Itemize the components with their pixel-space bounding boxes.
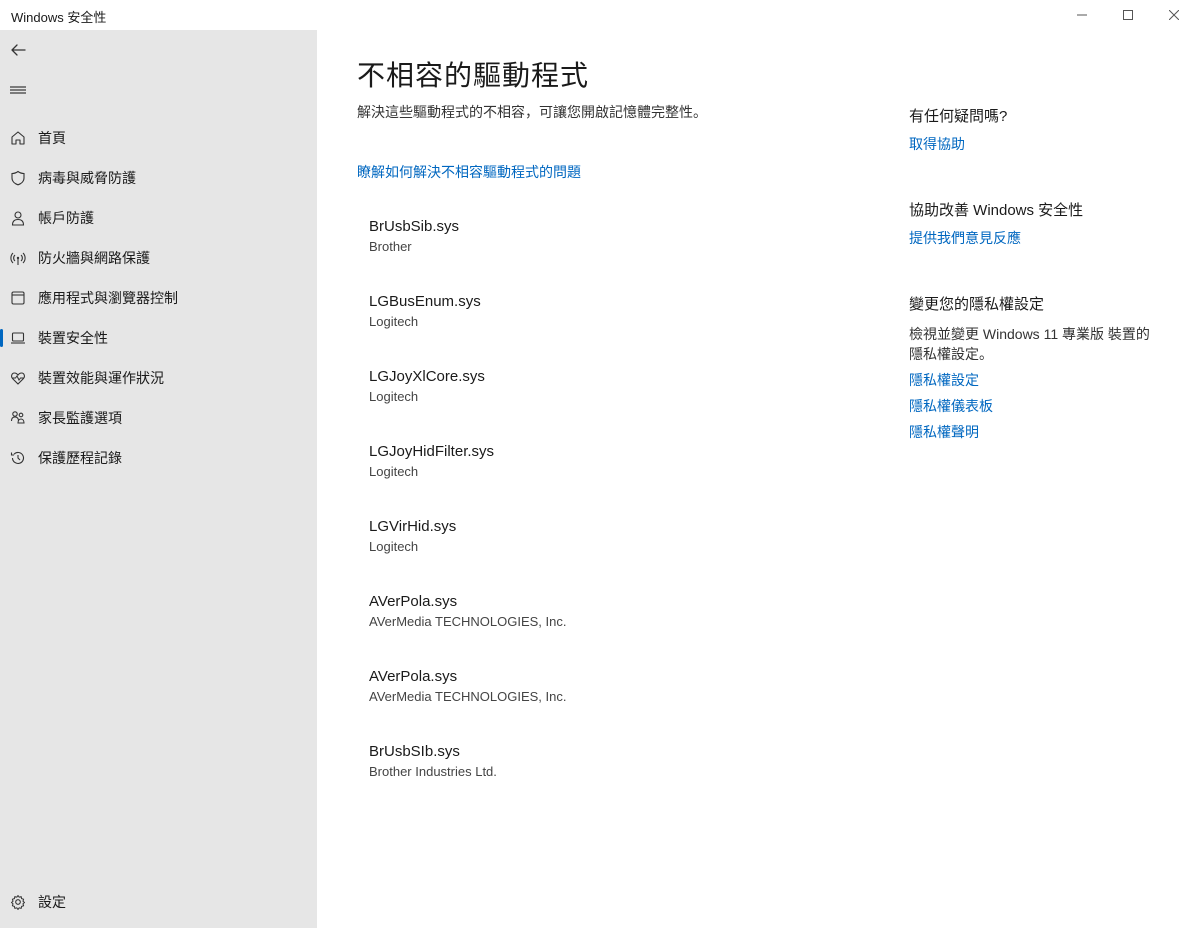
- page-description: 解決這些驅動程式的不相容，可讓您開啟記憶體完整性。: [357, 104, 707, 120]
- driver-name: AVerPola.sys: [369, 668, 458, 685]
- sidebar-item-label: 首頁: [38, 130, 66, 146]
- driver-item: LGJoyHidFilter.sys Logitech: [369, 443, 494, 479]
- sidebar-item-home[interactable]: 首頁: [0, 118, 317, 158]
- sidebar-item-label: 設定: [38, 894, 66, 910]
- back-button[interactable]: [0, 32, 36, 68]
- driver-name: BrUsbSIb.sys: [369, 743, 460, 760]
- back-arrow-icon: [11, 44, 26, 56]
- privacy-heading: 變更您的隱私權設定: [909, 296, 1045, 313]
- main-content: 不相容的驅動程式 解決這些驅動程式的不相容，可讓您開啟記憶體完整性。 瞭解如何解…: [317, 30, 1196, 928]
- sidebar-item-device-security[interactable]: 裝置安全性: [0, 318, 317, 358]
- driver-item: AVerPola.sys AVerMedia TECHNOLOGIES, Inc…: [369, 668, 566, 704]
- history-icon: [0, 438, 36, 478]
- sidebar-item-label: 防火牆與網路保護: [38, 250, 150, 266]
- sidebar-item-protection-history[interactable]: 保護歷程記錄: [0, 438, 317, 478]
- privacy-description: 檢視並變更 Windows 11 專業版 裝置的隱私權設定。: [909, 326, 1150, 362]
- sidebar-item-label: 裝置安全性: [38, 330, 108, 346]
- privacy-settings-link[interactable]: 隱私權設定: [909, 370, 1159, 390]
- sidebar-item-label: 應用程式與瀏覽器控制: [38, 290, 178, 306]
- sidebar-item-label: 家長監護選項: [38, 410, 122, 426]
- driver-vendor: AVerMedia TECHNOLOGIES, Inc.: [369, 689, 567, 704]
- close-button[interactable]: [1151, 0, 1196, 30]
- driver-item: LGBusEnum.sys Logitech: [369, 293, 481, 329]
- minimize-button[interactable]: [1059, 0, 1105, 30]
- driver-name: LGJoyHidFilter.sys: [369, 443, 495, 460]
- maximize-icon: [1123, 10, 1133, 20]
- sidebar-item-firewall[interactable]: 防火牆與網路保護: [0, 238, 317, 278]
- sidebar-item-device-performance[interactable]: 裝置效能與運作狀況: [0, 358, 317, 398]
- learn-more-link[interactable]: 瞭解如何解決不相容驅動程式的問題: [357, 162, 581, 182]
- active-indicator: [0, 329, 3, 347]
- home-icon: [0, 118, 36, 158]
- driver-item: BrUsbSib.sys Brother: [369, 218, 459, 254]
- maximize-button[interactable]: [1105, 0, 1151, 30]
- laptop-icon: [0, 318, 36, 358]
- driver-vendor: Logitech: [369, 464, 419, 479]
- sidebar-item-app-browser-control[interactable]: 應用程式與瀏覽器控制: [0, 278, 317, 318]
- privacy-statement-link[interactable]: 隱私權聲明: [909, 422, 1159, 442]
- driver-vendor: Brother: [369, 239, 412, 254]
- page-title: 不相容的驅動程式: [357, 60, 590, 91]
- help-section: 有任何疑問嗎? 取得協助: [909, 105, 1159, 154]
- sidebar: 首頁 病毒與威脅防護 帳戶防護 防火牆與網路保護 應用程式與瀏覽器控制 裝置安全…: [0, 30, 317, 928]
- sidebar-item-virus-protection[interactable]: 病毒與威脅防護: [0, 158, 317, 198]
- driver-name: LGBusEnum.sys: [369, 293, 481, 310]
- improve-section: 協助改善 Windows 安全性 提供我們意見反應: [909, 199, 1159, 248]
- improve-heading: 協助改善 Windows 安全性: [909, 202, 1084, 219]
- driver-vendor: Brother Industries Ltd.: [369, 764, 497, 779]
- driver-item: AVerPola.sys AVerMedia TECHNOLOGIES, Inc…: [369, 593, 566, 629]
- feedback-link[interactable]: 提供我們意見反應: [909, 228, 1159, 248]
- heart-pulse-icon: [0, 358, 36, 398]
- title-bar: Windows 安全性: [0, 0, 1196, 30]
- wireless-icon: [0, 238, 36, 278]
- driver-item: LGJoyXlCore.sys Logitech: [369, 368, 485, 404]
- driver-vendor: Logitech: [369, 539, 419, 554]
- privacy-section: 變更您的隱私權設定 檢視並變更 Windows 11 專業版 裝置的隱私權設定。…: [909, 293, 1159, 442]
- gear-icon: [0, 882, 36, 922]
- hamburger-icon: [10, 86, 26, 94]
- driver-vendor: Logitech: [369, 314, 419, 329]
- shield-icon: [0, 158, 36, 198]
- sidebar-item-label: 裝置效能與運作狀況: [38, 370, 164, 386]
- sidebar-item-label: 帳戶防護: [38, 210, 94, 226]
- sidebar-item-label: 保護歷程記錄: [38, 450, 122, 466]
- family-icon: [0, 398, 36, 438]
- app-window-icon: [0, 278, 36, 318]
- driver-name: LGVirHid.sys: [369, 518, 457, 535]
- sidebar-item-settings[interactable]: 設定: [0, 882, 317, 922]
- window-title: Windows 安全性: [11, 10, 107, 25]
- sidebar-item-family-options[interactable]: 家長監護選項: [0, 398, 317, 438]
- driver-item: BrUsbSIb.sys Brother Industries Ltd.: [369, 743, 497, 779]
- menu-button[interactable]: [0, 72, 36, 108]
- person-icon: [0, 198, 36, 238]
- help-heading: 有任何疑問嗎?: [909, 108, 1008, 125]
- driver-name: BrUsbSib.sys: [369, 218, 460, 235]
- driver-vendor: AVerMedia TECHNOLOGIES, Inc.: [369, 614, 567, 629]
- driver-item: LGVirHid.sys Logitech: [369, 518, 456, 554]
- close-icon: [1169, 10, 1179, 20]
- get-help-link[interactable]: 取得協助: [909, 134, 1159, 154]
- sidebar-item-label: 病毒與威脅防護: [38, 170, 136, 186]
- privacy-dashboard-link[interactable]: 隱私權儀表板: [909, 396, 1159, 416]
- driver-name: LGJoyXlCore.sys: [369, 368, 485, 385]
- sidebar-item-account-protection[interactable]: 帳戶防護: [0, 198, 317, 238]
- minimize-icon: [1077, 14, 1087, 16]
- driver-name: AVerPola.sys: [369, 593, 458, 610]
- driver-vendor: Logitech: [369, 389, 419, 404]
